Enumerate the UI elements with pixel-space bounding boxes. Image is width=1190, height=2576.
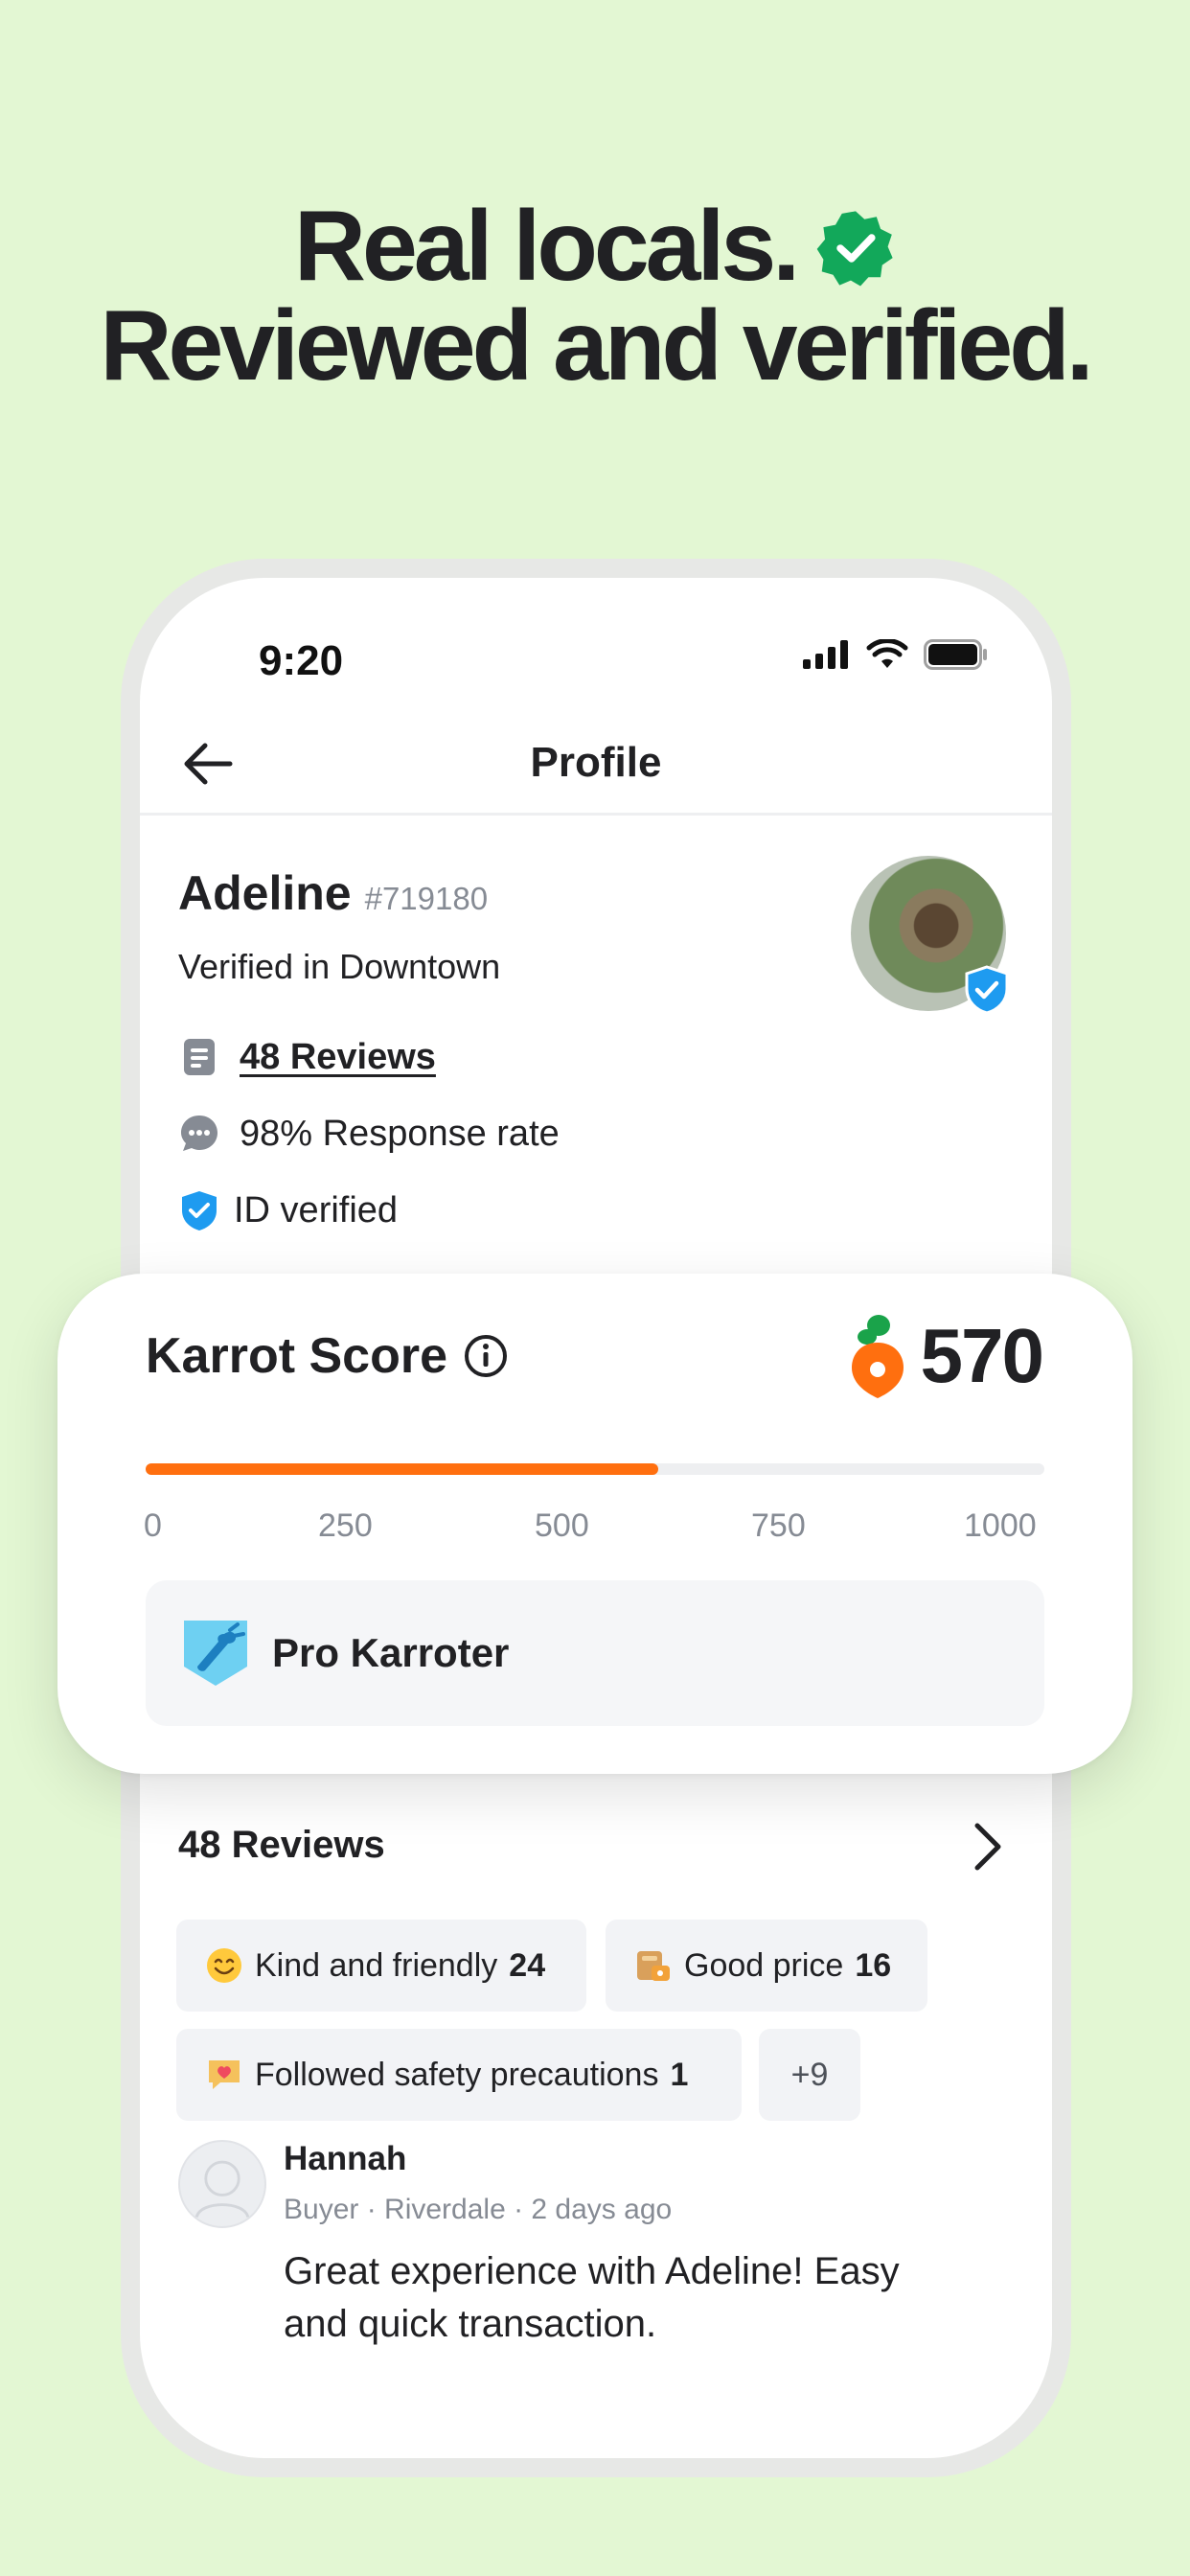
status-icons — [803, 639, 989, 670]
chip-label: Good price — [684, 1946, 844, 1984]
chip-count: 24 — [509, 1946, 546, 1984]
karrot-score-title: Karrot Score — [146, 1328, 447, 1384]
tier-badge-box[interactable]: Pro Karroter — [146, 1580, 1044, 1726]
headline-line-2: Reviewed and verified. — [100, 290, 1093, 402]
profile-avatar[interactable] — [851, 856, 1009, 1015]
chip-label: Kind and friendly — [255, 1946, 498, 1984]
tier-label: Pro Karroter — [272, 1630, 510, 1675]
more-tags-chip[interactable]: +9 — [759, 2029, 860, 2121]
marketing-headline: Real locals. Reviewed and verified. — [0, 196, 1190, 396]
more-tags-label: +9 — [790, 2056, 829, 2093]
progress-tick: 250 — [318, 1507, 373, 1544]
karrot-score-value-wrap: 570 — [850, 1312, 1044, 1400]
karrot-score-card: Karrot Score 570 0 250 500 750 1000 Pro … — [57, 1274, 1133, 1774]
heart-message-icon — [209, 2060, 240, 2089]
karrot-score-progress-track — [146, 1463, 1044, 1475]
navigation-bar: Profile — [140, 712, 1052, 816]
battery-icon — [924, 639, 987, 670]
profile-name: Adeline — [178, 866, 352, 920]
status-bar: 9:20 — [140, 578, 1052, 684]
progress-tick: 750 — [751, 1507, 806, 1544]
reviewer-meta: Buyer · Riverdale · 2 days ago — [284, 2194, 673, 2225]
default-avatar-icon — [195, 2160, 250, 2219]
chat-bubble-icon — [181, 1116, 217, 1151]
chip-label: Followed safety precautions — [255, 2056, 659, 2093]
page-title: Profile — [530, 739, 662, 786]
response-rate-row: 98% Response rate — [178, 1113, 560, 1155]
progress-tick: 1000 — [964, 1507, 1037, 1544]
karrot-score-progress-fill — [146, 1463, 658, 1475]
progress-tick: 500 — [535, 1507, 589, 1544]
reviewer-avatar[interactable] — [178, 2140, 266, 2228]
chevron-right-icon[interactable] — [964, 1820, 1010, 1874]
verified-shield-icon — [965, 965, 1009, 1015]
reviews-link[interactable]: 48 Reviews — [240, 1037, 436, 1078]
document-icon — [184, 1039, 215, 1075]
info-icon[interactable] — [463, 1333, 509, 1379]
chip-count: 1 — [670, 2056, 689, 2093]
verified-badge-icon — [816, 211, 893, 287]
verified-shield-icon — [182, 1191, 217, 1230]
review-text: Great experience with Adeline! Easy and … — [284, 2250, 900, 2345]
profile-user-id: #719180 — [364, 881, 489, 916]
chip-count: 16 — [855, 1946, 892, 1984]
reviews-section-title[interactable]: 48 Reviews — [178, 1824, 385, 1867]
smile-emoji-icon — [207, 1948, 241, 1983]
status-time: 9:20 — [259, 637, 344, 684]
review-tag-chip[interactable]: Good price 16 — [606, 1920, 927, 2012]
carrot-icon — [851, 1315, 904, 1398]
review-tag-chip[interactable]: Kind and friendly 24 — [176, 1920, 586, 2012]
karrot-score-value: 570 — [920, 1313, 1044, 1398]
id-verified-row: ID verified — [178, 1189, 398, 1231]
cellular-signal-icon — [803, 640, 848, 669]
wifi-icon — [866, 639, 908, 668]
price-tag-icon — [637, 1951, 670, 1981]
response-rate-text: 98% Response rate — [240, 1113, 560, 1154]
reviews-count-row[interactable]: 48 Reviews — [178, 1036, 436, 1078]
reviewer-name[interactable]: Hannah — [284, 2140, 406, 2178]
profile-name-row: Adeline #719180 — [178, 865, 488, 921]
pro-karroter-badge-icon — [184, 1621, 247, 1686]
karrot-score-title-row: Karrot Score — [146, 1327, 509, 1385]
verified-location: Verified in Downtown — [178, 947, 501, 986]
id-verified-text: ID verified — [234, 1189, 399, 1230]
headline-line-1: Real locals. — [293, 191, 800, 302]
review-tag-chip[interactable]: Followed safety precautions 1 — [176, 2029, 742, 2121]
progress-tick: 0 — [144, 1507, 162, 1544]
